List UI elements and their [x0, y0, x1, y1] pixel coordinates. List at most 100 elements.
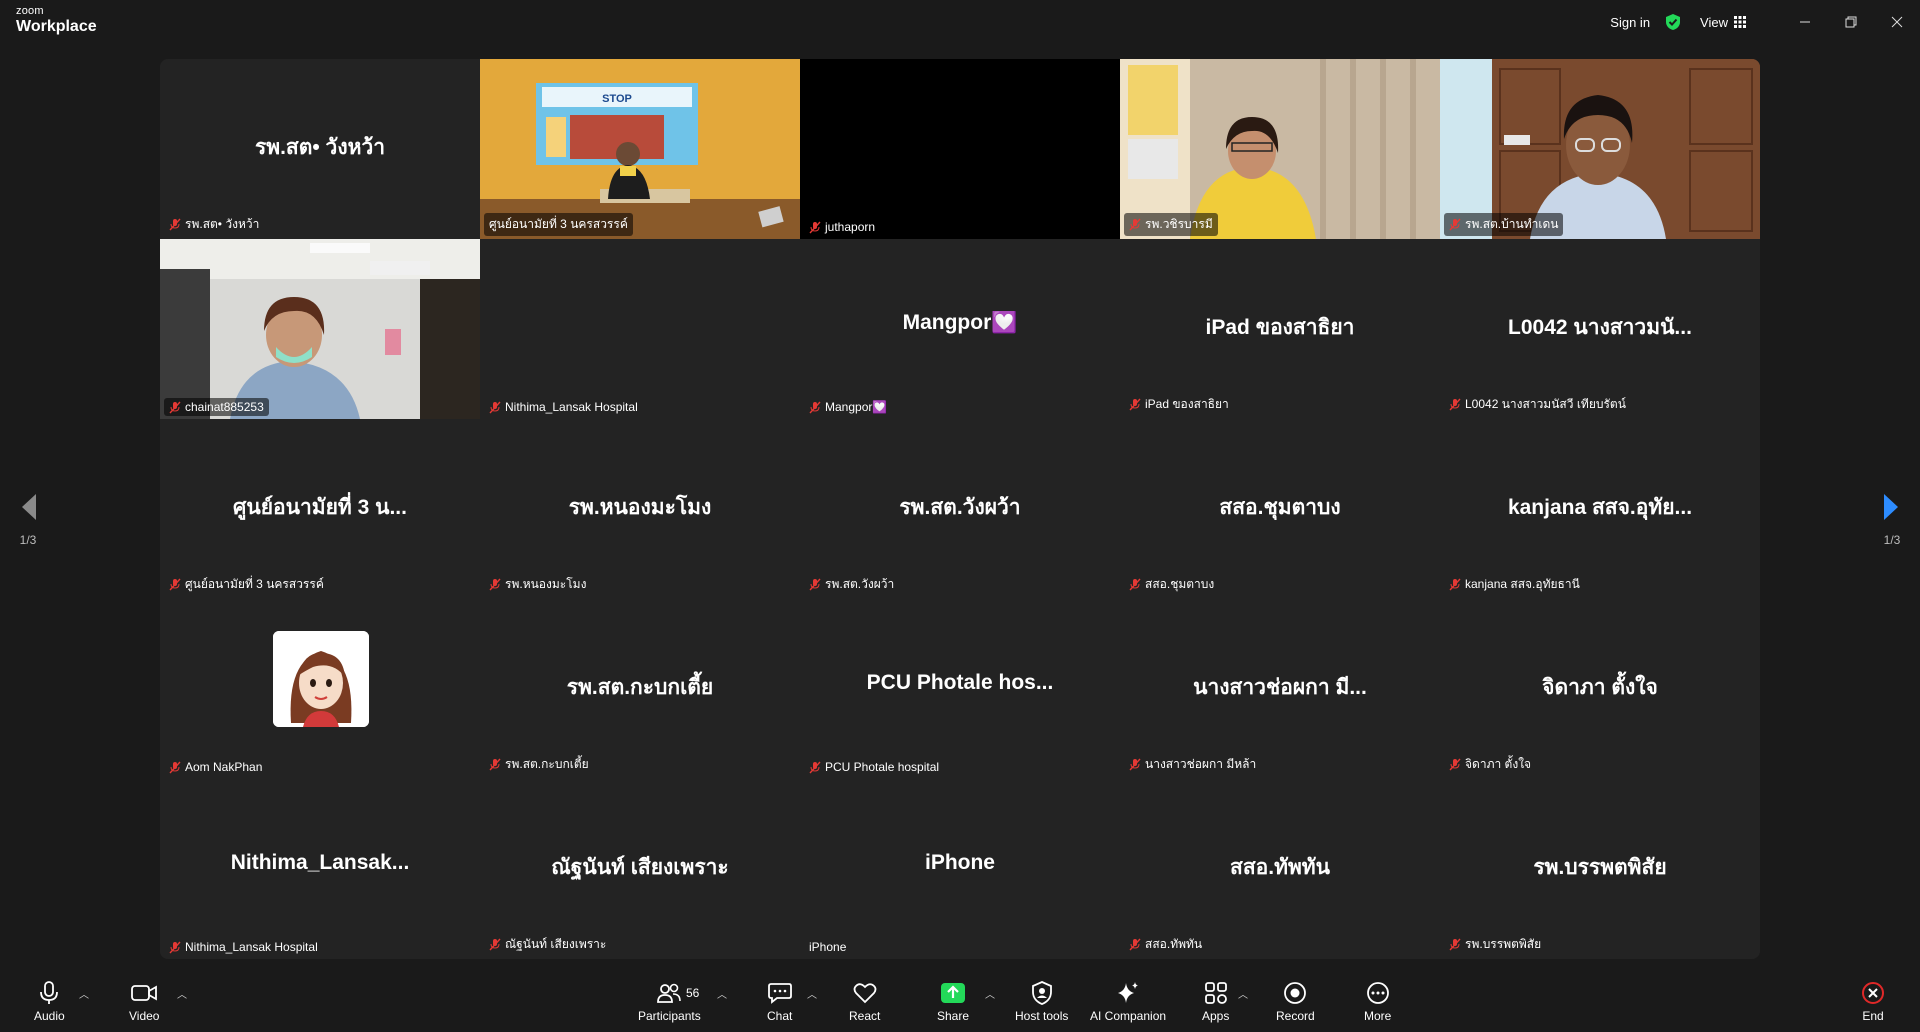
participant-display-name: รพ.สต.กะบกเตี้ย: [566, 676, 714, 699]
participant-name: juthaporn: [825, 220, 876, 234]
participant-display-name: PCU Photale hos...: [866, 671, 1054, 694]
video-options-chevron-up-icon[interactable]: ︿: [177, 986, 187, 1001]
participant-tile[interactable]: iPad ของสาธิยา iPad ของสาธิยา: [1120, 239, 1440, 419]
previous-page-button[interactable]: 1/3: [8, 492, 48, 547]
participant-tile[interactable]: รพ.สต.กะบกเตี้ย รพ.สต.กะบกเตี้ย: [480, 599, 800, 779]
host-tools-button[interactable]: Host tools: [1015, 980, 1068, 1023]
participant-name: รพ.หนองมะโมง: [505, 577, 587, 591]
mic-muted-icon: [809, 401, 821, 413]
apps-button[interactable]: Apps: [1202, 980, 1229, 1023]
participant-label: chainat885253: [164, 398, 269, 416]
participant-name: นางสาวช่อผกา มีหล้า: [1145, 757, 1257, 771]
participant-tile[interactable]: Nithima_Lansak... Nithima_Lansak Hospita…: [160, 779, 480, 959]
react-button[interactable]: React: [849, 980, 880, 1023]
video-feed: [160, 239, 480, 419]
chat-options-chevron-up-icon[interactable]: ︿: [807, 986, 817, 1001]
participant-display-name: L0042 นางสาวมนั...: [1508, 316, 1692, 339]
host-tools-label: Host tools: [1015, 1009, 1069, 1023]
participant-display-name: iPhone: [924, 851, 995, 874]
chat-label: Chat: [767, 1009, 793, 1023]
video-gallery: รพ.สต• วังหว้า รพ.สต• วังหว้า STOP ศูนย์…: [160, 59, 1760, 959]
participant-tile[interactable]: PCU Photale hos... PCU Photale hospital: [800, 599, 1120, 779]
participant-tile[interactable]: chainat885253: [160, 239, 480, 419]
participant-tile[interactable]: kanjana สสจ.อุทัย... kanjana สสจ.อุทัยธา…: [1440, 419, 1760, 599]
view-label: View: [1700, 14, 1728, 30]
more-button[interactable]: More: [1364, 980, 1391, 1023]
participant-tile[interactable]: รพ.วชิรบารมี: [1120, 59, 1440, 239]
participant-name: รพ.บรรพตพิสัย: [1465, 937, 1542, 951]
mic-muted-icon: [809, 221, 821, 233]
share-options-chevron-up-icon[interactable]: ︿: [985, 986, 995, 1001]
arrow-right-icon: [1884, 494, 1898, 520]
participant-tile[interactable]: ณัฐนันท์ เสียงเพราะ ณัฐนันท์ เสียงเพราะ: [480, 779, 800, 959]
participant-tile[interactable]: ศูนย์อนามัยที่ 3 น... ศูนย์อนามัยที่ 3 น…: [160, 419, 480, 599]
close-icon[interactable]: [1874, 0, 1920, 44]
participant-tile[interactable]: Mangpor💟 Mangpor💟: [800, 239, 1120, 419]
participant-label: ศูนย์อนามัยที่ 3 นครสวรรค์: [164, 573, 329, 596]
participant-tile[interactable]: iPhone iPhone: [800, 779, 1120, 959]
share-button[interactable]: Share: [937, 980, 969, 1023]
arrow-left-icon: [22, 494, 36, 520]
participant-tile[interactable]: รพ.สต.วังผว้า รพ.สต.วังผว้า: [800, 419, 1120, 599]
page-indicator-right: 1/3: [1883, 533, 1901, 547]
participant-label: สสอ.ชุมตาบง: [1124, 573, 1219, 596]
apps-label: Apps: [1202, 1009, 1230, 1023]
mic-muted-icon: [169, 401, 181, 413]
participant-tile[interactable]: Nithima_Lansak Hospital: [480, 239, 800, 419]
audio-button[interactable]: Audio: [34, 980, 65, 1023]
participant-name: iPad ของสาธิยา: [1145, 397, 1229, 411]
ai-companion-button[interactable]: AI Companion: [1090, 980, 1166, 1023]
participant-name: ศูนย์อนามัยที่ 3 นครสวรรค์: [185, 577, 324, 591]
participant-tile-active-speaker[interactable]: STOP ศูนย์อนามัยที่ 3 นครสวรรค์: [480, 59, 800, 239]
participant-tile[interactable]: รพ.หนองมะโมง รพ.หนองมะโมง: [480, 419, 800, 599]
participant-label: รพ.สต.กะบกเตี้ย: [484, 753, 594, 776]
encryption-shield-icon[interactable]: [1664, 13, 1682, 31]
participant-tile[interactable]: รพ.สต• วังหว้า รพ.สต• วังหว้า: [160, 59, 480, 239]
record-button[interactable]: Record: [1276, 980, 1315, 1023]
participant-name: รพ.สต.วังผว้า: [825, 577, 895, 591]
view-button[interactable]: View: [1700, 15, 1746, 30]
participant-display-name: นางสาวช่อผกา มี...: [1193, 676, 1367, 699]
sparkle-icon: [1118, 982, 1139, 1003]
participants-options-chevron-up-icon[interactable]: ︿: [717, 986, 727, 1001]
next-page-button[interactable]: 1/3: [1872, 492, 1912, 547]
chat-bubble-icon: [767, 983, 792, 1004]
mic-muted-icon: [809, 578, 821, 591]
participant-tile[interactable]: รพ.สต.บ้านทำเดน: [1440, 59, 1760, 239]
participant-label: รพ.วชิรบารมี: [1124, 213, 1218, 236]
participant-display-name: ศูนย์อนามัยที่ 3 น...: [233, 496, 407, 519]
participant-tile[interactable]: จิดาภา ตั้งใจ จิดาภา ตั้งใจ: [1440, 599, 1760, 779]
video-feed: STOP: [480, 59, 800, 239]
apps-icon: [1204, 982, 1227, 1004]
participant-name: รพ.สต.กะบกเตี้ย: [505, 757, 589, 771]
participant-name: L0042 นางสาวมนัสวี เทียบรัตน์: [1465, 397, 1626, 411]
participant-tile[interactable]: Aom NakPhan: [160, 599, 480, 779]
video-button[interactable]: Video: [129, 980, 159, 1023]
participant-tile[interactable]: นางสาวช่อผกา มี... นางสาวช่อผกา มีหล้า: [1120, 599, 1440, 779]
participant-tile[interactable]: สสอ.ชุมตาบง สสอ.ชุมตาบง: [1120, 419, 1440, 599]
participant-label: Mangpor💟: [804, 398, 892, 416]
audio-options-chevron-up-icon[interactable]: ︿: [79, 986, 89, 1001]
mic-muted-icon: [169, 941, 181, 953]
shield-icon: [1031, 981, 1052, 1005]
brand-small: zoom: [16, 5, 44, 17]
participant-tile[interactable]: สสอ.ทัพทัน สสอ.ทัพทัน: [1120, 779, 1440, 959]
participant-display-name: รพ.บรรพตพิสัย: [1533, 856, 1667, 879]
participant-display-name: iPad ของสาธิยา: [1205, 316, 1355, 339]
participant-tile[interactable]: juthaporn: [800, 59, 1120, 239]
minimize-icon[interactable]: [1782, 0, 1828, 44]
participant-label: Nithima_Lansak Hospital: [164, 938, 323, 956]
participant-label: Nithima_Lansak Hospital: [484, 398, 643, 416]
participant-label: ศูนย์อนามัยที่ 3 นครสวรรค์: [484, 213, 633, 236]
participant-tile[interactable]: L0042 นางสาวมนั... L0042 นางสาวมนัสวี เท…: [1440, 239, 1760, 419]
apps-options-chevron-up-icon[interactable]: ︿: [1238, 986, 1248, 1001]
participant-name: Nithima_Lansak Hospital: [185, 940, 318, 954]
restore-icon[interactable]: [1828, 0, 1874, 44]
record-icon: [1284, 982, 1307, 1004]
chat-button[interactable]: Chat: [767, 980, 792, 1023]
react-label: React: [849, 1009, 881, 1023]
participant-tile[interactable]: รพ.บรรพตพิสัย รพ.บรรพตพิสัย: [1440, 779, 1760, 959]
sign-in-link[interactable]: Sign in: [1610, 15, 1650, 30]
end-label: End: [1862, 1009, 1884, 1023]
end-meeting-button[interactable]: End: [1861, 980, 1885, 1023]
